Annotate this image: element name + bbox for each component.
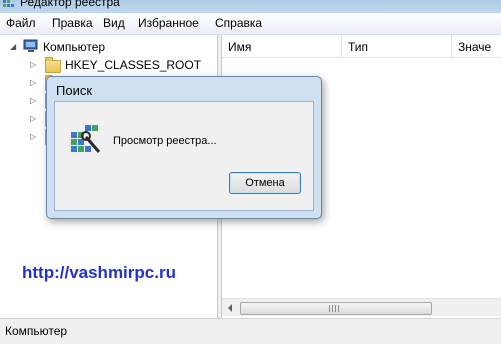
expand-icon[interactable]: ▷	[30, 78, 39, 87]
title-bar: Редактор реестра	[0, 0, 501, 13]
menu-help[interactable]: Справка	[215, 16, 262, 30]
search-dialog: Поиск Просмотр реестра... Отмена	[46, 76, 322, 219]
menu-file[interactable]: Файл	[6, 16, 36, 30]
status-path: Компьютер	[5, 324, 68, 338]
column-header-type[interactable]: Тип	[342, 35, 452, 58]
menu-bar: Файл Правка Вид Избранное Справка	[0, 13, 501, 35]
tree-root-computer[interactable]: ◢ Компьютер	[10, 38, 210, 56]
computer-icon	[23, 39, 39, 56]
expand-icon[interactable]: ▷	[30, 132, 39, 141]
expand-icon[interactable]: ▷	[30, 96, 39, 105]
folder-icon	[45, 57, 61, 73]
menu-edit[interactable]: Правка	[52, 16, 93, 30]
dialog-body: Просмотр реестра... Отмена	[54, 101, 314, 211]
column-header-value[interactable]: Значе	[452, 35, 501, 58]
horizontal-scrollbar[interactable]	[222, 298, 501, 316]
menu-favorites[interactable]: Избранное	[138, 16, 199, 30]
expand-icon[interactable]: ▷	[30, 114, 39, 123]
registry-editor-icon	[2, 0, 16, 13]
status-bar: Компьютер	[0, 318, 501, 344]
column-name-label: Имя	[228, 40, 252, 54]
dialog-message: Просмотр реестра...	[113, 135, 217, 147]
watermark-text: http://vashmirpc.ru	[22, 263, 176, 282]
column-type-label: Тип	[348, 40, 369, 54]
scrollbar-thumb[interactable]	[240, 302, 432, 315]
column-header-name[interactable]: Имя	[222, 35, 342, 58]
window-title: Редактор реестра	[20, 0, 120, 9]
tree-item-hkcr[interactable]: ▷ HKEY_CLASSES_ROOT	[30, 56, 210, 74]
column-value-label: Значе	[458, 40, 492, 54]
menu-view[interactable]: Вид	[103, 16, 125, 30]
expand-icon[interactable]: ▷	[30, 60, 39, 69]
registry-search-icon	[69, 122, 103, 159]
tree-item-label: HKEY_CLASSES_ROOT	[65, 58, 202, 72]
grip-icon	[329, 305, 341, 312]
cancel-button[interactable]: Отмена	[229, 172, 301, 194]
scroll-left-arrow-icon[interactable]	[228, 304, 232, 312]
tree-root-label: Компьютер	[43, 40, 106, 54]
collapse-icon[interactable]: ◢	[10, 42, 19, 51]
dialog-title: Поиск	[56, 83, 93, 98]
